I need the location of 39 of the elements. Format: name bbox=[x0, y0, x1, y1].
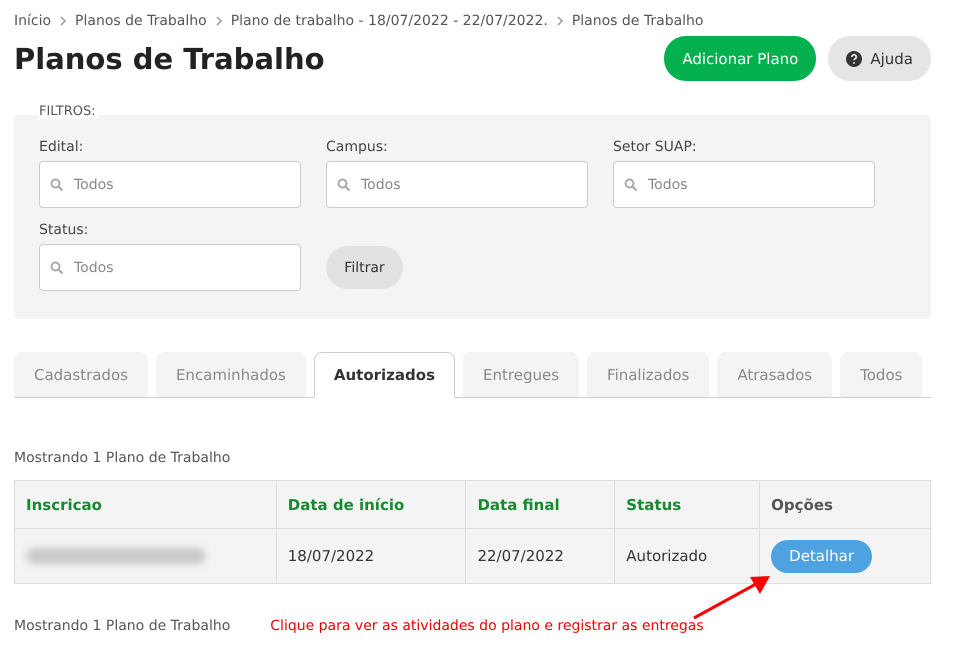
add-button[interactable]: Adicionar Plano bbox=[664, 36, 816, 81]
help-button[interactable]: Ajuda bbox=[828, 36, 931, 81]
tab[interactable]: Finalizados bbox=[587, 352, 710, 398]
filter-legend: FILTROS: bbox=[39, 104, 98, 119]
table-cell: 22/07/2022 bbox=[466, 528, 615, 584]
result-count: Mostrando 1 Plano de Trabalho bbox=[14, 450, 232, 466]
breadcrumb-link[interactable]: Plano de trabalho - 18/07/2022 - 22/07/2022. bbox=[230, 13, 548, 29]
result-count: Mostrando 1 Plano de Trabalho bbox=[14, 618, 230, 634]
select-field[interactable]: Todos bbox=[39, 244, 301, 291]
breadcrumb-link[interactable]: Planos de Trabalho bbox=[572, 13, 704, 29]
field-label: Setor SUAP: bbox=[613, 139, 698, 155]
chevron-icon bbox=[59, 16, 68, 26]
column-header: Data de início bbox=[276, 480, 466, 528]
annotation-text: Clique para ver as atividades do plano e registrar as entregas bbox=[270, 618, 704, 634]
column-header: Inscricao bbox=[14, 480, 276, 528]
tab[interactable]: Encaminhados bbox=[156, 352, 306, 398]
page-title: Planos de Trabalho bbox=[14, 42, 325, 76]
column-header: Status bbox=[614, 480, 760, 528]
help-icon bbox=[846, 50, 862, 66]
filter-button[interactable]: Filtrar bbox=[326, 246, 403, 289]
details-button[interactable]: Detalhar bbox=[771, 540, 872, 572]
tab[interactable]: Atrasados bbox=[717, 352, 832, 398]
field-label: Edital: bbox=[39, 139, 84, 155]
breadcrumb-link[interactable]: Planos de Trabalho bbox=[75, 13, 207, 29]
column-header: Data final bbox=[466, 480, 615, 528]
table-cell: 18/07/2022 bbox=[276, 528, 466, 584]
tab[interactable]: Todos bbox=[840, 352, 922, 398]
field-label: Campus: bbox=[326, 139, 389, 155]
select-field[interactable]: Todos bbox=[613, 161, 875, 208]
tab[interactable]: Entregues bbox=[463, 352, 580, 398]
select-field[interactable]: Todos bbox=[39, 161, 301, 208]
breadcrumb-link[interactable]: Início bbox=[14, 13, 52, 29]
field-label: Status: bbox=[39, 222, 90, 238]
chevron-icon bbox=[214, 16, 223, 26]
select-field[interactable]: Todos bbox=[326, 161, 588, 208]
tab[interactable]: Autorizados bbox=[314, 352, 456, 398]
column-header: Opções bbox=[760, 480, 930, 528]
tab[interactable]: Cadastrados bbox=[14, 352, 148, 398]
chevron-icon bbox=[556, 16, 564, 26]
